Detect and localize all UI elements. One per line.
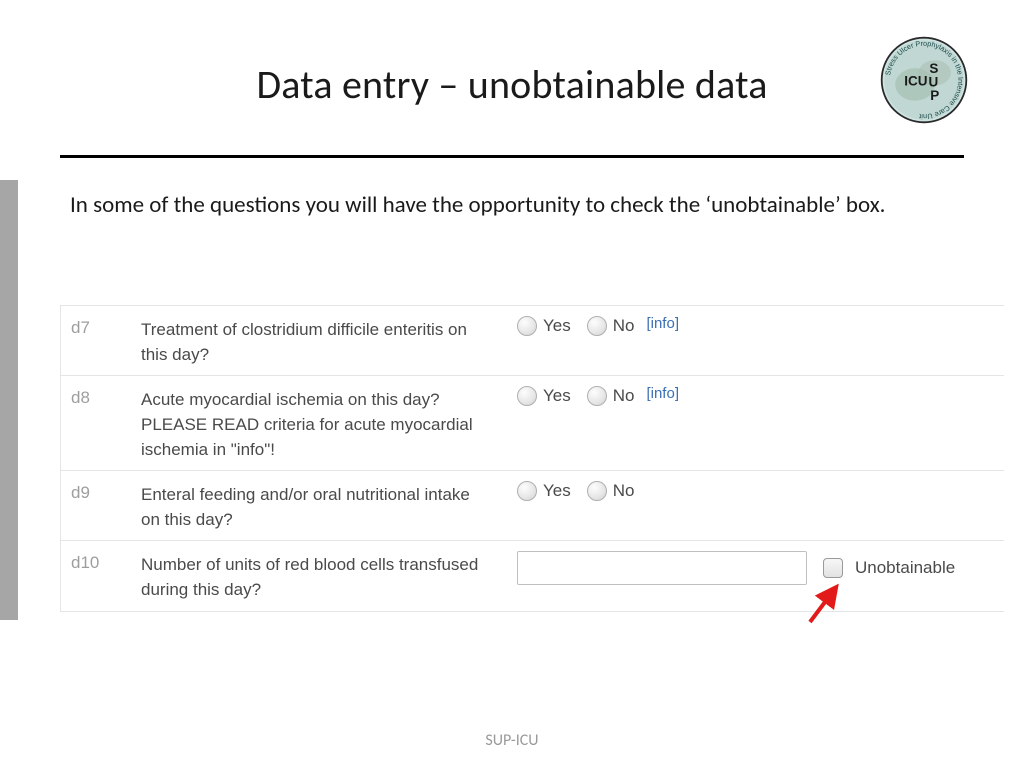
radio-no-label: No xyxy=(613,481,635,501)
sup-icu-logo: Stress Ulcer Prophylaxis in the Intensiv… xyxy=(879,35,969,125)
unobtainable-label: Unobtainable xyxy=(855,558,955,578)
form-row-d7: d7 Treatment of clostridium difficile en… xyxy=(61,306,1004,376)
radio-yes-label: Yes xyxy=(543,386,571,406)
side-accent-bar xyxy=(0,180,18,620)
header-divider xyxy=(60,155,964,158)
radio-no-label: No xyxy=(613,386,635,406)
row-question: Enteral feeding and/or oral nutritional … xyxy=(141,479,511,532)
info-link[interactable]: [info] xyxy=(646,315,679,332)
radio-yes[interactable] xyxy=(517,481,537,501)
row-id: d8 xyxy=(61,384,141,408)
radio-no-label: No xyxy=(613,316,635,336)
form-row-d9: d9 Enteral feeding and/or oral nutrition… xyxy=(61,471,1004,541)
row-controls: Yes No [info] xyxy=(511,314,1004,336)
row-id: d7 xyxy=(61,314,141,338)
row-question: Treatment of clostridium difficile enter… xyxy=(141,314,511,367)
form-table: d7 Treatment of clostridium difficile en… xyxy=(60,305,1004,612)
radio-yes[interactable] xyxy=(517,386,537,406)
row-controls: Yes No xyxy=(511,479,1004,501)
radio-yes-label: Yes xyxy=(543,481,571,501)
unobtainable-checkbox[interactable] xyxy=(823,558,843,578)
row-id: d9 xyxy=(61,479,141,503)
row-question: Number of units of red blood cells trans… xyxy=(141,549,511,602)
svg-text:ICU: ICU xyxy=(904,73,927,88)
units-input[interactable] xyxy=(517,551,807,585)
row-question: Acute myocardial ischemia on this day? P… xyxy=(141,384,511,462)
footer-text: SUP-ICU xyxy=(0,731,1024,750)
svg-text:P: P xyxy=(930,88,939,103)
intro-text: In some of the questions you will have t… xyxy=(70,188,954,224)
radio-yes[interactable] xyxy=(517,316,537,336)
row-id: d10 xyxy=(61,549,141,573)
row-controls: Yes No [info] xyxy=(511,384,1004,406)
radio-no[interactable] xyxy=(587,481,607,501)
radio-yes-label: Yes xyxy=(543,316,571,336)
info-link[interactable]: [info] xyxy=(646,385,679,402)
radio-no[interactable] xyxy=(587,386,607,406)
page-title: Data entry – unobtainable data xyxy=(60,60,964,109)
header: Data entry – unobtainable data xyxy=(60,60,964,109)
form-row-d10: d10 Number of units of red blood cells t… xyxy=(61,541,1004,611)
form-row-d8: d8 Acute myocardial ischemia on this day… xyxy=(61,376,1004,471)
radio-no[interactable] xyxy=(587,316,607,336)
row-controls: Unobtainable xyxy=(511,549,1004,585)
